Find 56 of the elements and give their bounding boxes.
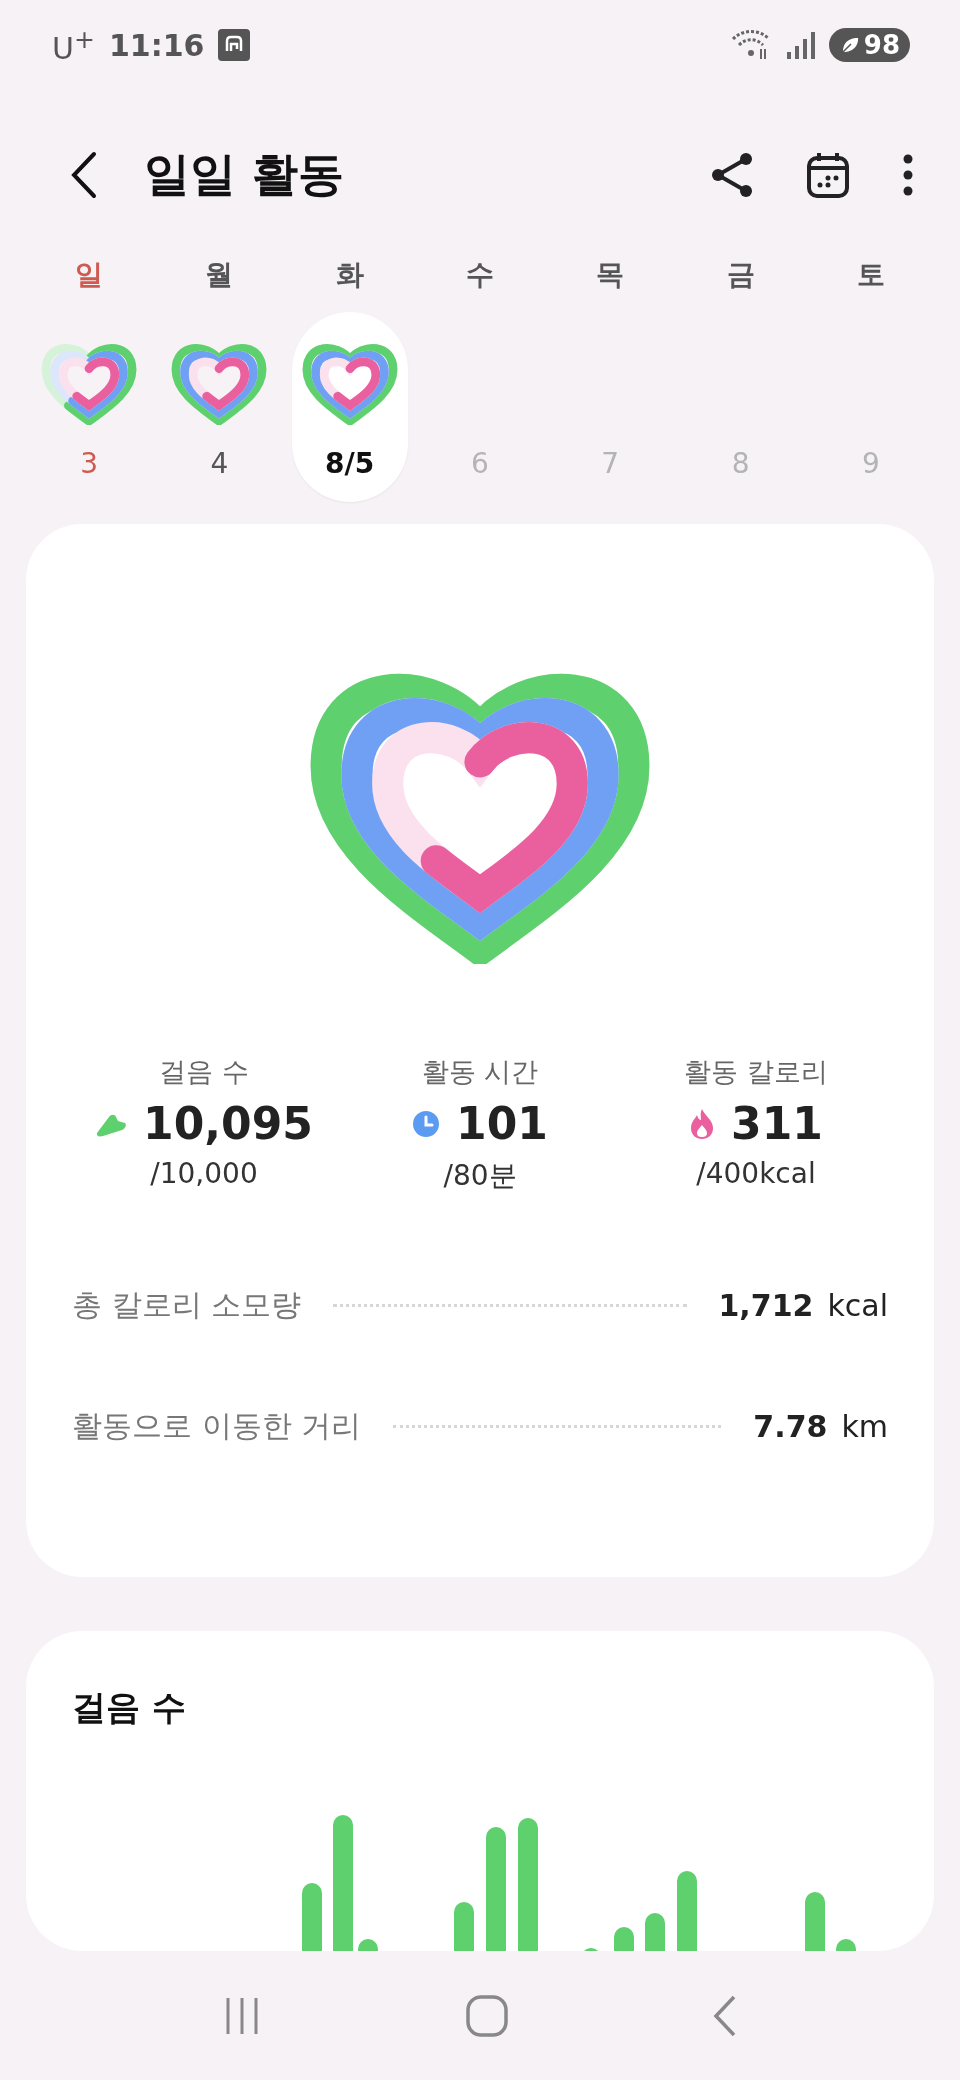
date-label: 8: [731, 447, 750, 480]
chart-bar: [454, 1902, 474, 1951]
weekday-label: 목: [596, 257, 625, 293]
weekday-label: 수: [466, 257, 494, 293]
card-title: 걸음 수: [71, 1686, 187, 1729]
date-label: 3: [80, 447, 99, 480]
date-label: 4: [210, 447, 229, 480]
date-label: 9: [861, 447, 880, 480]
clock-icon: [412, 1109, 441, 1138]
weekday-label: 토: [856, 257, 885, 293]
notification-icon: [218, 29, 251, 61]
stat-label: 걸음 수: [159, 1055, 249, 1089]
detail-unit: km: [841, 1409, 888, 1444]
chart-bar: [614, 1927, 634, 1951]
battery-indicator: 98: [828, 28, 910, 62]
stat-value: 10,095: [143, 1098, 313, 1149]
stat-goal: /400kcal: [696, 1157, 816, 1190]
chart-bar: [645, 1913, 665, 1951]
day-selector[interactable]: 4: [161, 312, 278, 502]
calendar-icon[interactable]: [806, 151, 850, 199]
date-label: 7: [601, 447, 620, 480]
detail-label: 활동으로 이동한 거리: [72, 1407, 362, 1445]
chart-bar: [805, 1892, 825, 1951]
detail-unit: kcal: [827, 1288, 888, 1323]
day-selector[interactable]: 6: [422, 312, 538, 502]
detail-value: 1,712: [718, 1288, 814, 1323]
day-selector[interactable]: 9: [812, 312, 929, 502]
weekday-label: 월: [205, 257, 234, 293]
clock-time: 11:16: [108, 27, 205, 63]
day-selector[interactable]: 7: [552, 312, 669, 502]
day-selector[interactable]: 8/5: [291, 312, 408, 502]
page-title: 일일 활동: [144, 146, 345, 203]
detail-label: 총 칼로리 소모량: [72, 1286, 302, 1324]
stat-value: 101: [456, 1098, 548, 1149]
date-label: 6: [471, 447, 489, 480]
day-selector[interactable]: 3: [31, 312, 148, 502]
weekday-label: 금: [726, 257, 755, 293]
weekday-label: 화: [335, 257, 364, 293]
chart-bar: [836, 1939, 856, 1951]
date-label: 8/5: [325, 447, 375, 480]
weekday-label: 일: [75, 257, 104, 293]
carrier: U$^{+}$: [52, 24, 95, 66]
stat-label: 활동 시간: [421, 1055, 539, 1089]
wifi-icon: [730, 29, 771, 61]
chart-bar: [358, 1939, 378, 1951]
stat-value: 311: [731, 1098, 823, 1149]
back-icon[interactable]: [70, 151, 98, 199]
signal-icon: [784, 30, 815, 60]
detail-value: 7.78: [753, 1409, 828, 1444]
day-selector[interactable]: 8: [682, 312, 799, 502]
stat-goal: /10,000: [150, 1157, 258, 1190]
flame-icon: [689, 1107, 716, 1140]
stat-label: 활동 칼로리: [684, 1055, 828, 1089]
stat-goal: /80분: [443, 1158, 517, 1194]
share-icon[interactable]: [710, 151, 754, 199]
chart-bar: [302, 1883, 322, 1951]
